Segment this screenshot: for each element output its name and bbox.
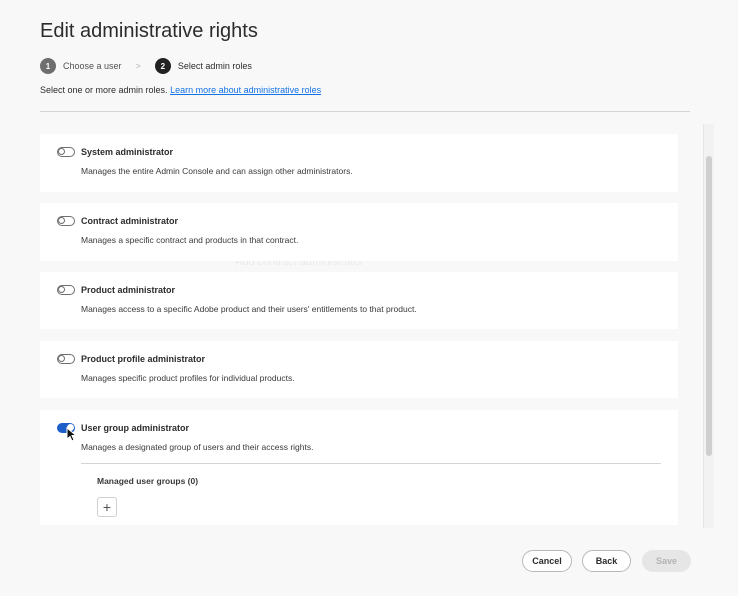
- page-title: Edit administrative rights: [40, 20, 258, 42]
- role-description: Manages a designated group of users and …: [81, 442, 314, 452]
- role-description: Manages specific product profiles for in…: [81, 373, 295, 383]
- role-description: Manages access to a specific Adobe produ…: [81, 304, 417, 314]
- scrollbar-thumb[interactable]: [706, 156, 712, 456]
- header-divider: [40, 111, 690, 112]
- role-title: Product profile administrator: [81, 354, 206, 364]
- plus-icon: +: [102, 499, 112, 515]
- role-card-system-admin: System administrator Manages the entire …: [40, 134, 678, 192]
- back-button[interactable]: Back: [582, 550, 631, 572]
- role-card-user-group-admin: User group administrator Manages a desig…: [40, 410, 678, 525]
- cancel-button[interactable]: Cancel: [522, 550, 572, 572]
- toggle-knob: [57, 147, 65, 155]
- toggle-knob: [57, 354, 65, 362]
- role-title: User group administrator: [81, 423, 190, 433]
- section-divider: [81, 463, 661, 464]
- save-button[interactable]: Save: [642, 550, 691, 572]
- toggle-contract-admin[interactable]: [57, 216, 75, 226]
- toggle-system-admin[interactable]: [57, 147, 75, 157]
- role-title: Contract administrator: [81, 216, 179, 226]
- role-description: Manages a specific contract and products…: [81, 235, 299, 245]
- role-description: Manages the entire Admin Console and can…: [81, 166, 353, 176]
- toggle-product-admin[interactable]: [57, 285, 75, 295]
- role-title: Product administrator: [81, 285, 176, 295]
- toggle-product-profile-admin[interactable]: [57, 354, 75, 364]
- toggle-knob: [57, 285, 65, 293]
- role-card-product-admin: Product administrator Manages access to …: [40, 272, 678, 329]
- step-label-choose-user[interactable]: Choose a user: [63, 61, 122, 71]
- role-title: System administrator: [81, 147, 174, 157]
- toggle-knob: [57, 216, 65, 224]
- add-user-group-button[interactable]: +: [97, 497, 117, 517]
- instructions-text: Select one or more admin roles.: [40, 85, 168, 95]
- learn-more-link[interactable]: Learn more about administrative roles: [170, 85, 321, 95]
- step-number-2: 2: [154, 58, 171, 74]
- step-number-1: 1: [40, 58, 56, 74]
- role-card-product-profile-admin: Product profile administrator Manages sp…: [40, 341, 678, 398]
- chevron-right-icon: >: [135, 61, 141, 71]
- managed-user-groups-label: Managed user groups (0): [97, 476, 199, 486]
- instructions: Select one or more admin roles. Learn mo…: [40, 85, 321, 95]
- step-label-select-roles: Select admin roles: [177, 61, 252, 71]
- scrollbar[interactable]: [703, 124, 714, 528]
- mouse-cursor-icon: [66, 427, 78, 442]
- role-card-contract-admin: Contract administrator Manages a specifi…: [40, 203, 678, 261]
- stepper: 1 Choose a user > 2 Select admin roles: [40, 57, 252, 75]
